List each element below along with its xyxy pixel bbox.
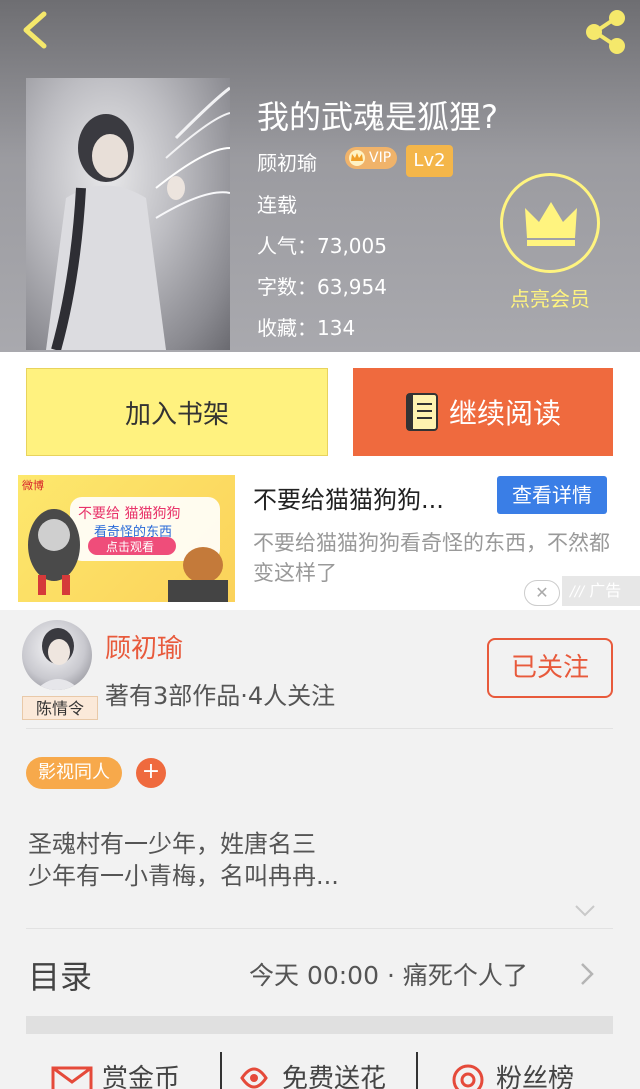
- favorites-count: 收藏：134: [257, 316, 356, 340]
- follow-button[interactable]: 已关注: [487, 638, 613, 698]
- genre-tag[interactable]: 影视同人: [26, 757, 122, 789]
- author-section: 陈情令 顾初瑜 著有3部作品·4人关注 已关注 影视同人 + 圣魂村有一少年，姓…: [0, 614, 640, 1089]
- fan-ranking-label: 粉丝榜: [496, 1063, 575, 1089]
- member-button[interactable]: [500, 173, 600, 273]
- reward-coins-label: 赏金币: [102, 1063, 181, 1089]
- cover-illustration: [46, 86, 230, 350]
- ad-image[interactable]: 微博 不要给 猫猫狗狗 看奇怪的东西 点击观看: [18, 475, 235, 602]
- vip-crown-icon: [349, 150, 365, 166]
- fan-ranking-button[interactable]: 粉丝榜: [448, 1056, 574, 1089]
- add-to-shelf-button[interactable]: 加入书架: [26, 368, 328, 456]
- crown-icon: [525, 202, 577, 246]
- continue-reading-label: 继续阅读: [448, 397, 561, 430]
- ad-logo-icon: ///: [570, 584, 585, 600]
- ad-image-button: 点击观看: [106, 540, 155, 554]
- section-separator: [26, 1016, 613, 1034]
- share-button[interactable]: [582, 8, 630, 56]
- ad-image-source: 微博: [22, 479, 44, 492]
- reward-coins-button[interactable]: 赏金币: [50, 1056, 180, 1089]
- ranking-icon: [452, 1064, 484, 1089]
- author-works-info: 著有3部作品·4人关注: [105, 682, 336, 710]
- ad-banner[interactable]: 微博 不要给 猫猫狗狗 看奇怪的东西 点击观看 不要给猫猫狗狗... 查看详情 …: [0, 470, 640, 610]
- avatar-tag: 陈情令: [22, 696, 98, 720]
- avatar-illustration: [36, 628, 80, 690]
- popularity-count: 人气：73,005: [257, 234, 387, 258]
- avatar[interactable]: [22, 620, 92, 690]
- back-button[interactable]: [16, 8, 56, 52]
- author-name[interactable]: 顾初瑜: [257, 147, 317, 176]
- envelope-icon: [51, 1066, 93, 1089]
- close-icon[interactable]: ✕: [524, 580, 560, 606]
- ad-tag-label: 广告: [589, 581, 622, 600]
- send-flowers-button[interactable]: 免费送花: [234, 1056, 386, 1089]
- serial-status: 连载: [257, 193, 297, 217]
- divider: [26, 728, 613, 729]
- chevron-left-icon: [23, 11, 47, 49]
- book-cover[interactable]: [26, 78, 230, 350]
- ad-tag: /// 广告: [562, 576, 640, 606]
- vip-label: VIP: [369, 150, 392, 166]
- ad-title[interactable]: 不要给猫猫狗狗...: [253, 480, 444, 515]
- ad-image-text-1: 不要给 猫猫狗狗: [78, 506, 181, 522]
- level-badge: Lv2: [406, 145, 453, 177]
- book-icon: [405, 393, 438, 431]
- add-to-shelf-label: 加入书架: [124, 399, 229, 430]
- toc-title[interactable]: 目录: [28, 952, 92, 998]
- member-label[interactable]: 点亮会员: [490, 283, 610, 312]
- divider: [416, 1052, 418, 1089]
- action-bar: 加入书架 继续阅读: [0, 352, 640, 470]
- book-header: 我的武魂是狐狸? 顾初瑜 VIP Lv2 连载 人气：73,005 字数：63,…: [0, 0, 640, 352]
- share-icon: [586, 10, 625, 54]
- chevron-down-icon[interactable]: [574, 904, 596, 918]
- continue-reading-button[interactable]: 继续阅读: [353, 368, 613, 456]
- toc-latest-chapter[interactable]: 今天 00:00 · 痛死个人了: [249, 956, 528, 992]
- synopsis[interactable]: 圣魂村有一少年，姓唐名三 少年有一小青梅，名叫冉冉...: [28, 828, 339, 892]
- divider: [26, 928, 613, 929]
- flower-icon: [240, 1067, 268, 1089]
- book-title: 我的武魂是狐狸?: [257, 98, 498, 136]
- author-card-name[interactable]: 顾初瑜: [105, 628, 183, 665]
- bottom-action-bar: 赏金币 免费送花 粉丝榜: [0, 1048, 640, 1089]
- add-tag-button[interactable]: +: [136, 758, 166, 788]
- vip-badge: VIP: [345, 147, 398, 169]
- ad-detail-button[interactable]: 查看详情: [497, 476, 607, 514]
- word-count: 字数：63,954: [257, 275, 387, 299]
- chevron-right-icon[interactable]: [578, 960, 596, 988]
- send-flowers-label: 免费送花: [282, 1063, 387, 1089]
- divider: [220, 1052, 222, 1089]
